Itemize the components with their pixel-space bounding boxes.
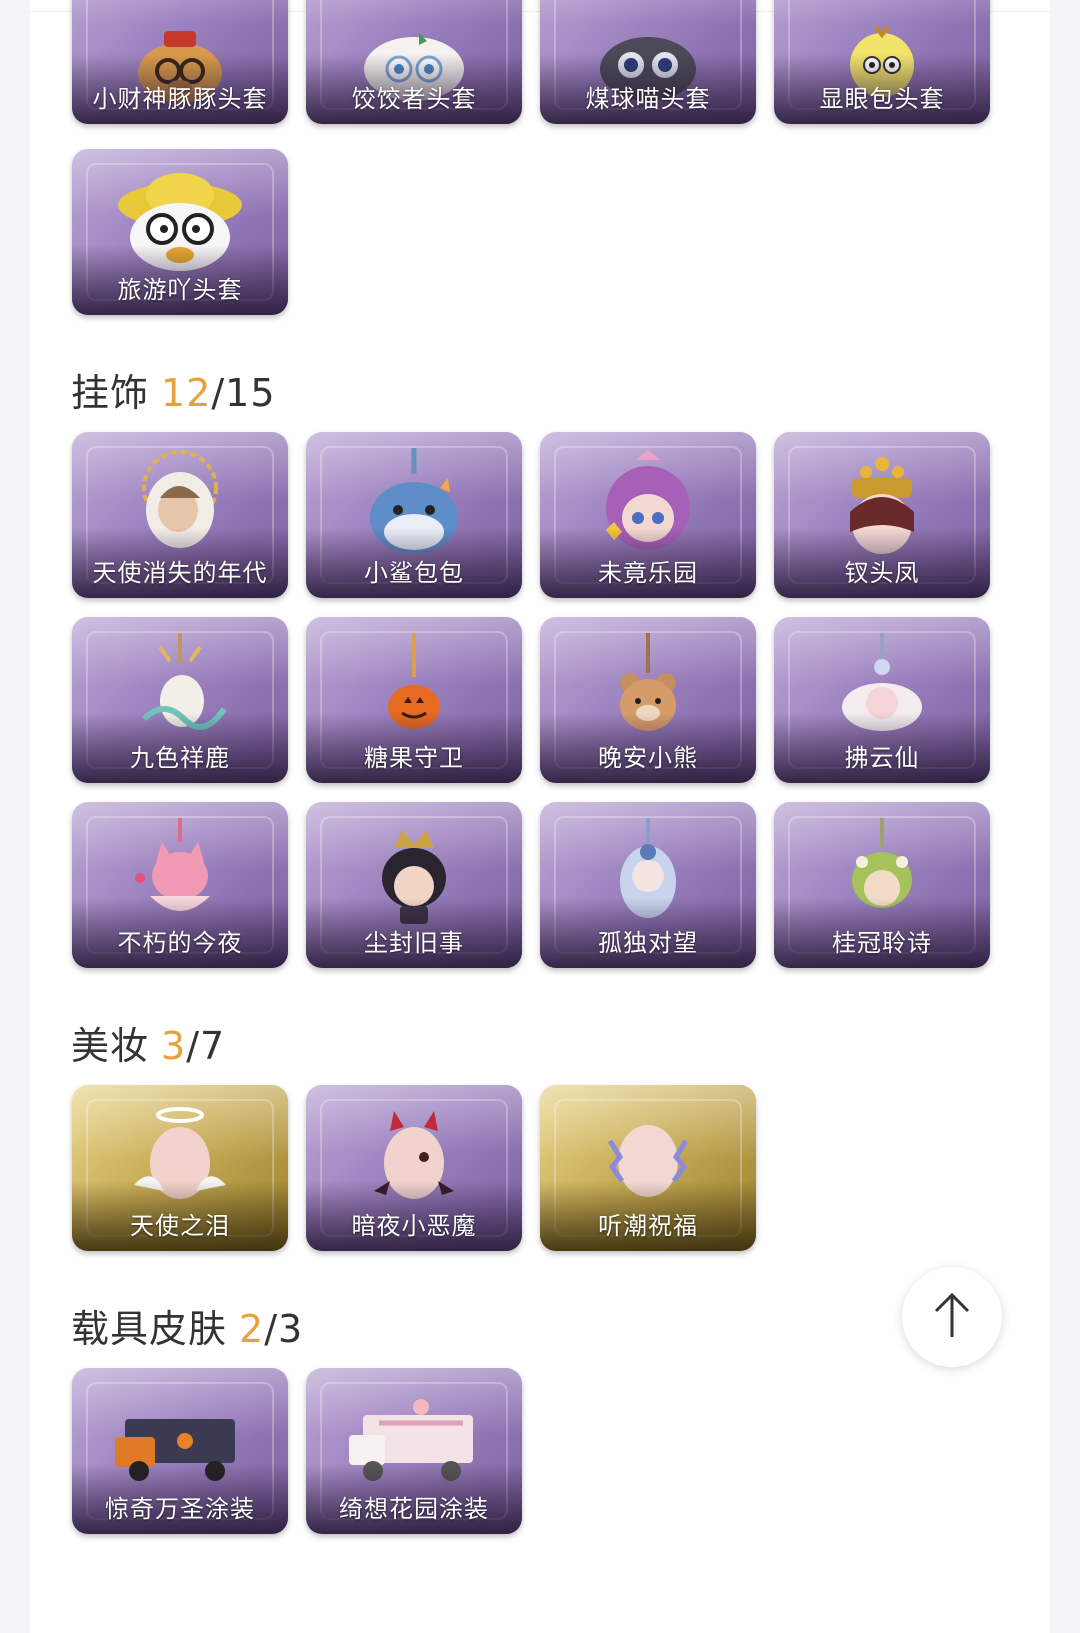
item-label: 钗头凤	[844, 559, 920, 587]
item-card[interactable]: 听潮祝福	[540, 1085, 756, 1251]
owned-count: 12	[161, 371, 212, 415]
item-card[interactable]: 饺饺者头套	[306, 0, 522, 124]
item-label: 九色祥鹿	[130, 744, 230, 772]
item-card[interactable]: 显眼包头套	[774, 0, 990, 124]
item-label: 孤独对望	[598, 929, 698, 957]
item-card[interactable]: 天使之泪	[72, 1085, 288, 1251]
item-card[interactable]: 天使消失的年代	[72, 432, 288, 598]
item-card[interactable]: 九色祥鹿	[72, 617, 288, 783]
item-label: 旅游吖头套	[117, 276, 243, 304]
item-label: 天使消失的年代	[92, 559, 268, 587]
item-label: 不朽的今夜	[117, 929, 243, 957]
item-card[interactable]: 拂云仙	[774, 617, 990, 783]
item-card[interactable]: 未竟乐园	[540, 432, 756, 598]
owned-count: 2	[239, 1307, 265, 1351]
item-label: 饺饺者头套	[351, 85, 477, 113]
item-label: 惊奇万圣涂装	[105, 1495, 255, 1523]
item-label: 未竟乐园	[598, 559, 698, 587]
item-card[interactable]: 桂冠聆诗	[774, 802, 990, 968]
item-card[interactable]: 孤独对望	[540, 802, 756, 968]
collection-page: 小财神豚豚头套 饺饺者头套 煤球喵头套 显眼包头套 旅游吖头套 挂饰 12/15…	[30, 0, 1050, 1633]
total-count: /15	[211, 371, 276, 415]
item-card[interactable]: 煤球喵头套	[540, 0, 756, 124]
item-label: 拂云仙	[844, 744, 920, 772]
item-label: 显眼包头套	[819, 85, 945, 113]
item-label: 晚安小熊	[598, 744, 698, 772]
item-label: 天使之泪	[130, 1212, 230, 1240]
item-label: 暗夜小恶魔	[351, 1212, 477, 1240]
item-card[interactable]: 绮想花园涂装	[306, 1368, 522, 1534]
item-label: 糖果守卫	[364, 744, 464, 772]
item-label: 听潮祝福	[598, 1212, 698, 1240]
item-card[interactable]: 旅游吖头套	[72, 149, 288, 315]
section-name: 载具皮肤	[71, 1307, 228, 1351]
item-label: 小财神豚豚头套	[92, 85, 268, 113]
item-label: 桂冠聆诗	[832, 929, 932, 957]
item-label: 小鲨包包	[364, 559, 464, 587]
owned-count: 3	[161, 1024, 187, 1068]
item-card[interactable]: 钗头凤	[774, 432, 990, 598]
section-name: 美妆	[71, 1024, 150, 1068]
section-title-pendants: 挂饰 12/15	[71, 362, 276, 417]
item-card[interactable]: 不朽的今夜	[72, 802, 288, 968]
item-label: 绮想花园涂装	[339, 1495, 489, 1523]
scroll-to-top-button[interactable]	[902, 1267, 1002, 1367]
item-card[interactable]: 糖果守卫	[306, 617, 522, 783]
item-card[interactable]: 暗夜小恶魔	[306, 1085, 522, 1251]
item-card[interactable]: 晚安小熊	[540, 617, 756, 783]
item-card[interactable]: 小财神豚豚头套	[72, 0, 288, 124]
item-card[interactable]: 惊奇万圣涂装	[72, 1368, 288, 1534]
item-label: 尘封旧事	[364, 929, 464, 957]
item-card[interactable]: 尘封旧事	[306, 802, 522, 968]
section-name: 挂饰	[71, 371, 150, 415]
section-title-makeup: 美妆 3/7	[71, 1015, 225, 1070]
arrow-up-icon	[932, 1291, 972, 1343]
total-count: /3	[264, 1307, 304, 1351]
item-card[interactable]: 小鲨包包	[306, 432, 522, 598]
total-count: /7	[186, 1024, 226, 1068]
item-label: 煤球喵头套	[585, 85, 711, 113]
section-title-vehicle-skins: 载具皮肤 2/3	[71, 1298, 303, 1353]
